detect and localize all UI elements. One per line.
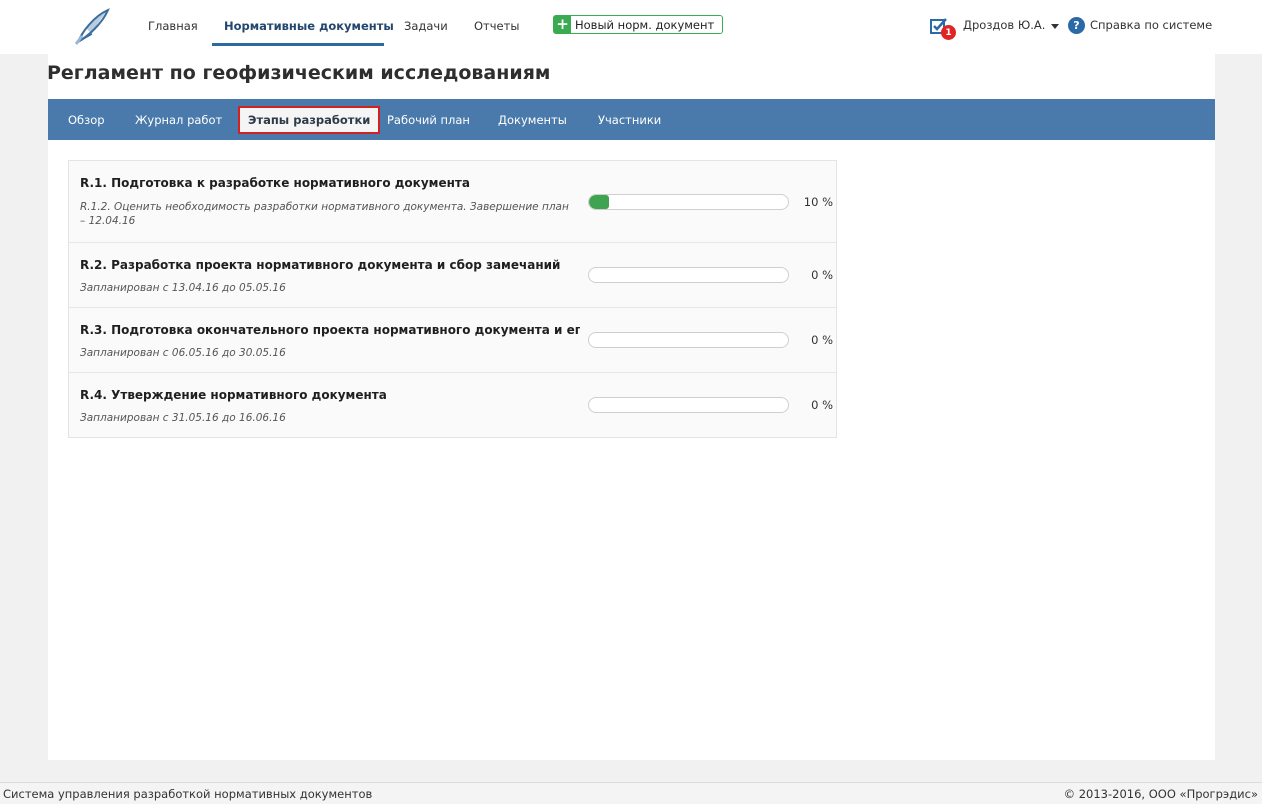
nav-reports[interactable]: Отчеты	[474, 19, 519, 33]
nav-active-underline	[212, 43, 384, 46]
plus-icon: +	[554, 16, 571, 33]
notification-badge: 1	[941, 25, 956, 40]
progress-fill	[589, 195, 609, 209]
caret-down-icon[interactable]	[1051, 24, 1059, 29]
stage-subtitle: R.1.2. Оценить необходимость разработки …	[80, 201, 569, 227]
progress-percent: 10 %	[803, 195, 833, 209]
tab-participants[interactable]: Участники	[598, 113, 661, 127]
stage-row[interactable]: R.4. Утверждение нормативного документа …	[69, 373, 836, 437]
progress-bar	[588, 267, 789, 283]
top-navbar: Главная Нормативные документы Задачи Отч…	[0, 0, 1262, 54]
stage-subtitle: Запланирован с 06.05.16 до 30.05.16	[80, 347, 286, 359]
stage-subtitle: Запланирован с 13.04.16 до 05.05.16	[80, 282, 286, 294]
stage-row[interactable]: R.3. Подготовка окончательного проекта н…	[69, 308, 836, 373]
progress-percent: 0 %	[811, 333, 833, 347]
footer-copyright: © 2013-2016, ООО «Прогрэдис»	[1063, 787, 1258, 801]
stage-title[interactable]: R.3. Подготовка окончательного проекта н…	[80, 323, 580, 337]
nav-tasks[interactable]: Задачи	[404, 19, 448, 33]
progress-bar	[588, 397, 789, 413]
tab-overview[interactable]: Обзор	[68, 113, 105, 127]
stage-row[interactable]: R.2. Разработка проекта нормативного док…	[69, 243, 836, 308]
stage-title[interactable]: R.2. Разработка проекта нормативного док…	[80, 258, 580, 272]
footer: Система управления разработкой нормативн…	[0, 782, 1262, 804]
tab-development-stages[interactable]: Этапы разработки	[238, 106, 381, 134]
stage-title[interactable]: R.4. Утверждение нормативного документа	[80, 388, 580, 402]
progress-percent: 0 %	[811, 398, 833, 412]
stage-title[interactable]: R.1. Подготовка к разработке нормативног…	[80, 176, 580, 190]
tab-work-plan[interactable]: Рабочий план	[387, 113, 470, 127]
help-link[interactable]: Справка по системе	[1090, 18, 1212, 32]
footer-system-name: Система управления разработкой нормативн…	[3, 787, 373, 801]
new-document-label: Новый норм. документ	[575, 17, 715, 32]
tab-documents[interactable]: Документы	[498, 113, 567, 127]
new-document-button[interactable]: + Новый норм. документ	[553, 15, 724, 34]
nav-home[interactable]: Главная	[148, 19, 198, 33]
progress-bar	[588, 332, 789, 348]
nav-normative-docs[interactable]: Нормативные документы	[224, 19, 394, 33]
rocket-logo-icon[interactable]	[72, 6, 112, 46]
stage-row[interactable]: R.1. Подготовка к разработке нормативног…	[69, 161, 836, 243]
stages-list: R.1. Подготовка к разработке нормативног…	[68, 160, 837, 438]
page-title: Регламент по геофизическим исследованиям	[47, 62, 551, 84]
progress-percent: 0 %	[811, 268, 833, 282]
help-icon[interactable]: ?	[1068, 17, 1085, 34]
tab-work-log[interactable]: Журнал работ	[135, 113, 222, 127]
user-menu[interactable]: Дроздов Ю.А.	[963, 18, 1045, 32]
stage-subtitle: Запланирован с 31.05.16 до 16.06.16	[80, 412, 286, 424]
progress-bar	[588, 194, 789, 210]
tab-bar: Обзор Журнал работ Этапы разработки Рабо…	[48, 99, 1215, 140]
